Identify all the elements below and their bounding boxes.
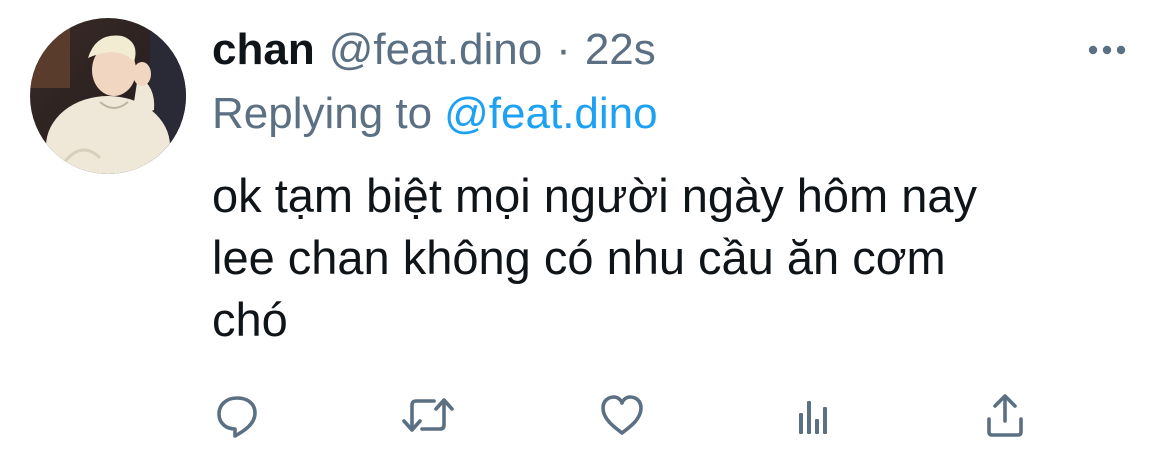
reply-handle-link[interactable]: @feat.dino: [444, 89, 657, 139]
tweet-text-line: ok tạm biệt mọi người ngày hôm nay: [212, 169, 978, 222]
replying-to-label: Replying to: [212, 89, 433, 138]
tweet-actions-bar: [0, 385, 1170, 445]
more-options-button[interactable]: [1083, 33, 1131, 63]
tweet-text-line: lee chan không có nhu cầu ăn cơm: [212, 231, 946, 284]
share-button[interactable]: [975, 385, 1035, 445]
analytics-button[interactable]: [783, 385, 843, 445]
share-icon: [987, 394, 1023, 437]
retweet-button[interactable]: [398, 385, 458, 445]
tweet-header: chan @feat.dino · 22s: [212, 22, 656, 78]
heart-icon: [601, 395, 643, 435]
timestamp[interactable]: 22s: [585, 25, 656, 75]
tweet-text: ok tạm biệt mọi người ngày hôm nay lee c…: [212, 165, 1132, 351]
avatar-image: [30, 18, 186, 174]
avatar[interactable]: [30, 18, 186, 174]
user-handle[interactable]: @feat.dino: [329, 25, 542, 75]
replying-to-line: Replying to @feat.dino: [212, 86, 658, 142]
analytics-icon: [799, 401, 827, 434]
display-name[interactable]: chan: [212, 25, 315, 75]
tweet-text-line: chó: [212, 293, 288, 346]
more-horizontal-icon: [1088, 45, 1126, 55]
retweet-icon: [402, 398, 454, 432]
like-button[interactable]: [592, 385, 652, 445]
separator-dot: ·: [556, 25, 571, 74]
reply-button[interactable]: [207, 385, 267, 445]
reply-icon: [217, 396, 257, 438]
